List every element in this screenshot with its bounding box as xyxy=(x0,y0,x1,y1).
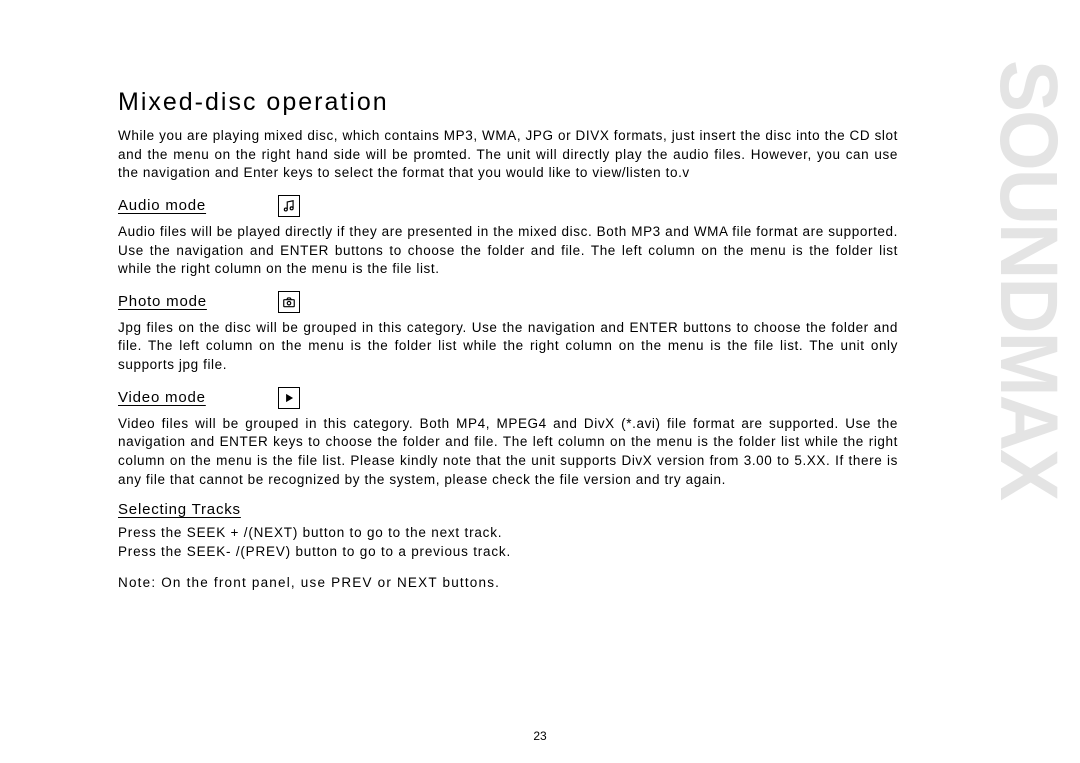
tracks-line2: Press the SEEK- /(PREV) button to go to … xyxy=(118,543,898,562)
selecting-tracks-heading: Selecting Tracks xyxy=(118,501,278,518)
photo-mode-body: Jpg files on the disc will be grouped in… xyxy=(118,319,898,375)
video-mode-header-row: Video mode xyxy=(118,387,898,409)
play-icon xyxy=(278,387,300,409)
photo-mode-header-row: Photo mode xyxy=(118,291,898,313)
intro-paragraph: While you are playing mixed disc, which … xyxy=(118,127,898,183)
video-mode-heading: Video mode xyxy=(118,389,278,406)
audio-mode-body: Audio files will be played directly if t… xyxy=(118,223,898,279)
tracks-line1: Press the SEEK + /(NEXT) button to go to… xyxy=(118,524,898,543)
video-mode-body: Video files will be grouped in this cate… xyxy=(118,415,898,490)
selecting-tracks-header-row: Selecting Tracks xyxy=(118,501,898,518)
photo-mode-heading: Photo mode xyxy=(118,293,278,310)
music-note-icon xyxy=(278,195,300,217)
page-number: 23 xyxy=(533,729,546,743)
manual-page: Mixed-disc operation While you are playi… xyxy=(0,0,1080,763)
content-area: Mixed-disc operation While you are playi… xyxy=(118,88,898,593)
page-title: Mixed-disc operation xyxy=(118,88,898,117)
selecting-tracks-body: Press the SEEK + /(NEXT) button to go to… xyxy=(118,524,898,562)
camera-icon xyxy=(278,291,300,313)
audio-mode-header-row: Audio mode xyxy=(118,195,898,217)
brand-watermark: SOUNDMAX xyxy=(994,60,1064,499)
audio-mode-heading: Audio mode xyxy=(118,197,278,214)
tracks-note: Note: On the front panel, use PREV or NE… xyxy=(118,574,898,593)
